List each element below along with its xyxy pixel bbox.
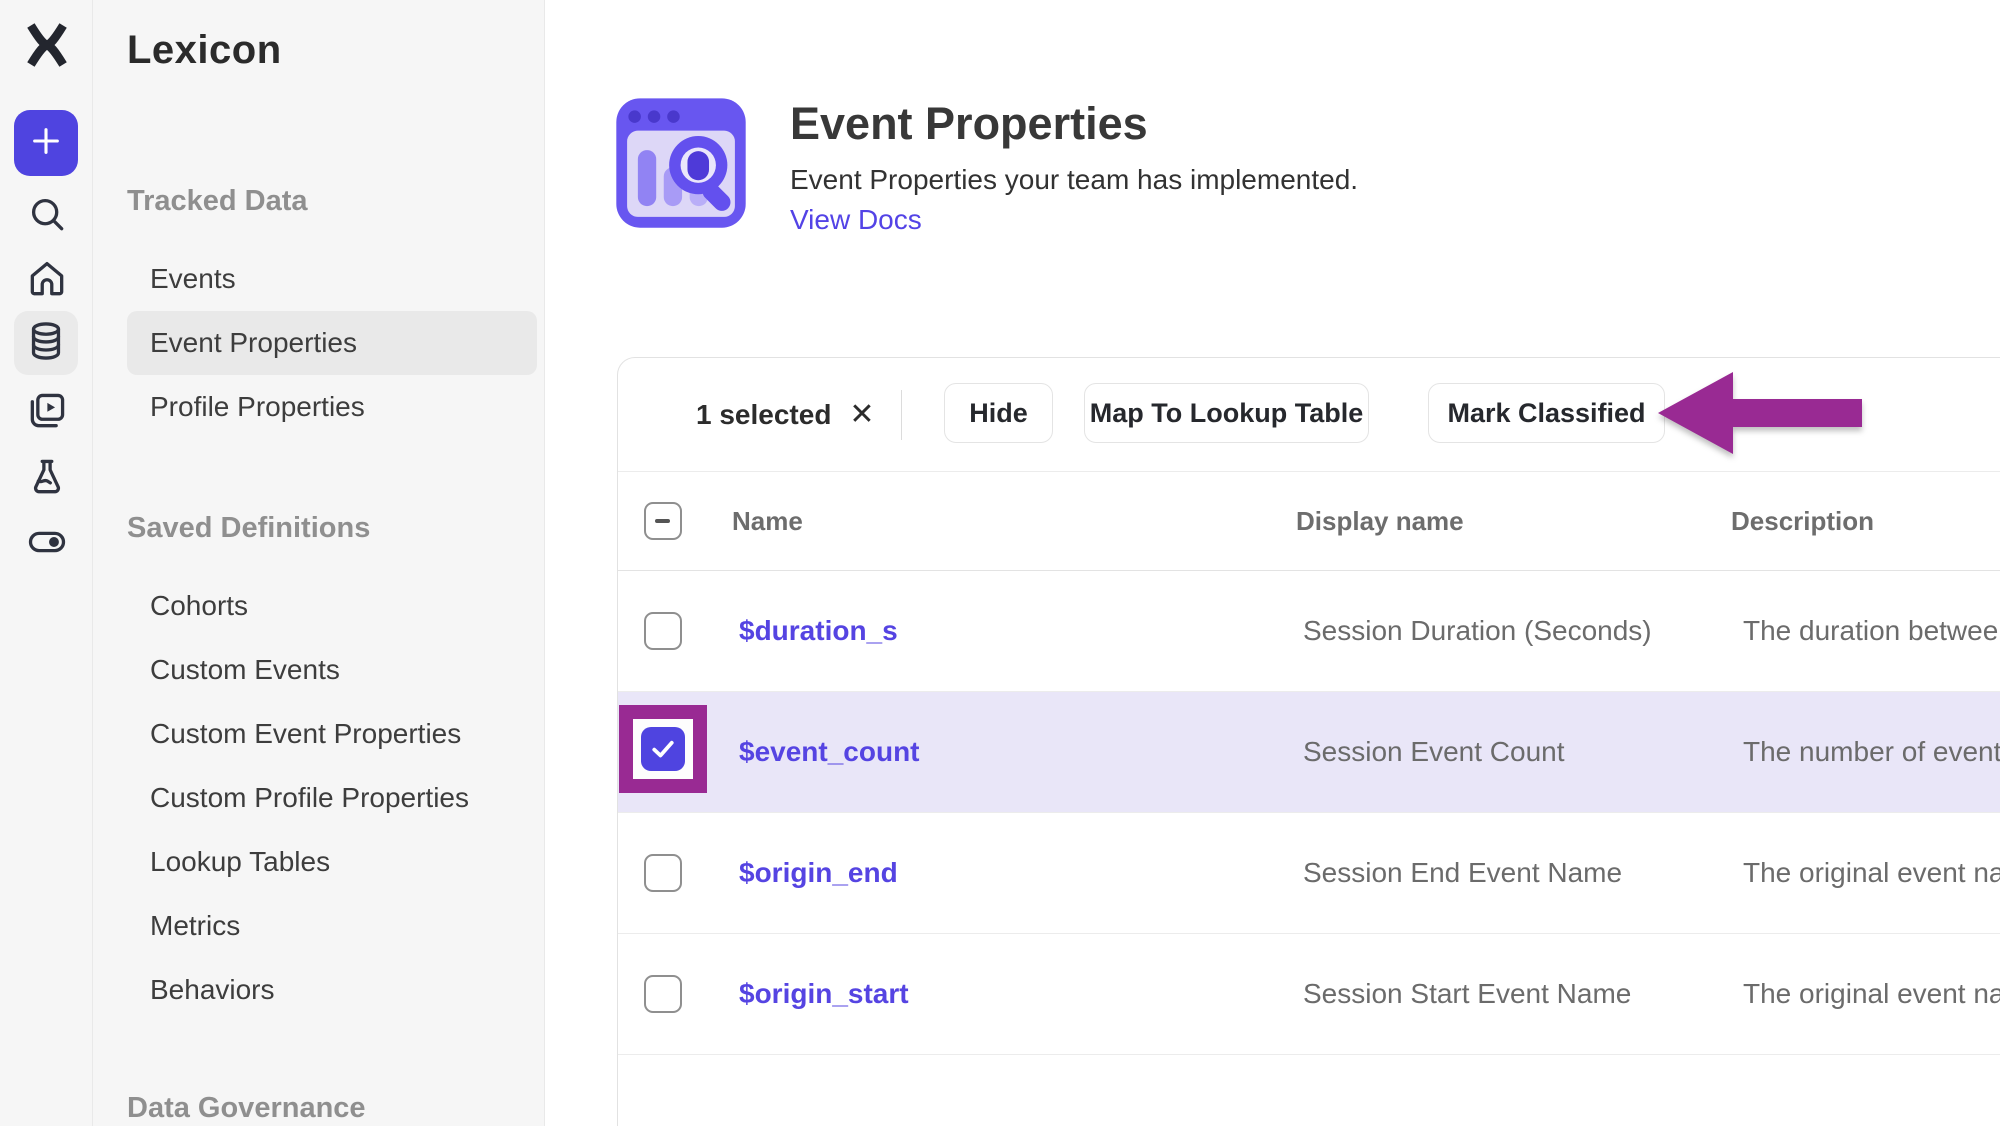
- property-name-link[interactable]: $origin_end: [739, 813, 898, 933]
- property-display-name: Session End Event Name: [1303, 813, 1622, 933]
- table-row: $duration_s Session Duration (Seconds) T…: [618, 571, 2000, 692]
- property-display-name: Session Duration (Seconds): [1303, 571, 1652, 691]
- column-header-name: Name: [732, 472, 803, 570]
- icon-rail: [0, 0, 93, 1126]
- sidebar-section-label: Data Governance: [127, 1092, 366, 1125]
- sidebar-section-label: Tracked Data: [127, 185, 308, 218]
- row-checkbox-checked[interactable]: [641, 727, 685, 771]
- row-checkbox[interactable]: [644, 612, 682, 650]
- sidebar-item-profile-properties[interactable]: Profile Properties: [93, 375, 544, 439]
- clear-selection-icon[interactable]: ✕: [849, 397, 874, 432]
- property-display-name: Session Event Count: [1303, 692, 1565, 812]
- sidebar-item-custom-event-properties[interactable]: Custom Event Properties: [93, 702, 544, 766]
- mixpanel-logo-icon[interactable]: [24, 22, 70, 72]
- sidebar-item-events[interactable]: Events: [93, 247, 544, 311]
- lexicon-page: Lexicon Tracked DataEventsEvent Properti…: [0, 0, 2000, 1126]
- page-subtitle: Event Properties your team has implement…: [790, 164, 1358, 196]
- sidebar-item-metrics[interactable]: Metrics: [93, 894, 544, 958]
- annotation-arrow-icon: [1648, 362, 1878, 466]
- sidebar-item-lookup-tables[interactable]: Lookup Tables: [93, 830, 544, 894]
- plus-icon: [29, 124, 63, 163]
- table-row: $origin_end Session End Event Name The o…: [618, 813, 2000, 934]
- toggle-icon[interactable]: [23, 518, 71, 566]
- property-name-link[interactable]: $duration_s: [739, 571, 898, 691]
- select-all-checkbox[interactable]: [644, 502, 682, 540]
- column-header-description: Description: [1731, 472, 1874, 570]
- table-body: $duration_s Session Duration (Seconds) T…: [618, 571, 2000, 1055]
- sidebar-title: Lexicon: [127, 28, 282, 73]
- event-properties-app-icon: [612, 94, 750, 232]
- nav-data-selected[interactable]: [14, 311, 78, 375]
- row-checkbox[interactable]: [644, 854, 682, 892]
- properties-table-card: 1 selected ✕ Hide Map To Lookup Table Ma…: [617, 357, 2000, 1126]
- boards-icon[interactable]: [23, 387, 71, 435]
- table-row: $event_count Session Event Count The num…: [618, 692, 2000, 813]
- table-row: $origin_start Session Start Event Name T…: [618, 934, 2000, 1055]
- property-description: The duration between session start and e…: [1743, 571, 2000, 691]
- search-icon[interactable]: [23, 190, 71, 238]
- toolbar-divider: [901, 390, 902, 440]
- property-description: The original event name of the session e…: [1743, 813, 2000, 933]
- annotation-highlight-box: [619, 705, 707, 793]
- create-button[interactable]: [14, 110, 78, 176]
- database-icon: [24, 319, 68, 368]
- hide-button[interactable]: Hide: [944, 383, 1053, 443]
- sidebar-item-custom-events[interactable]: Custom Events: [93, 638, 544, 702]
- view-docs-link[interactable]: View Docs: [790, 204, 922, 236]
- flask-icon[interactable]: [23, 453, 71, 501]
- sidebar-section-label: Saved Definitions: [127, 512, 370, 545]
- selection-count: 1 selected ✕: [696, 358, 875, 471]
- property-description: The original event name of the session s…: [1743, 934, 2000, 1054]
- sidebar-item-event-properties[interactable]: Event Properties: [127, 311, 537, 375]
- property-name-link[interactable]: $event_count: [739, 692, 920, 812]
- sidebar-item-behaviors[interactable]: Behaviors: [93, 958, 544, 1022]
- sidebar-item-cohorts[interactable]: Cohorts: [93, 574, 544, 638]
- property-description: The number of events in the session: [1743, 692, 2000, 812]
- column-header-display-name: Display name: [1296, 472, 1464, 570]
- home-icon[interactable]: [23, 255, 71, 303]
- mark-classified-button[interactable]: Mark Classified: [1428, 383, 1665, 443]
- property-display-name: Session Start Event Name: [1303, 934, 1631, 1054]
- row-checkbox[interactable]: [644, 975, 682, 1013]
- sidebar-item-custom-profile-properties[interactable]: Custom Profile Properties: [93, 766, 544, 830]
- property-name-link[interactable]: $origin_start: [739, 934, 909, 1054]
- map-to-lookup-table-button[interactable]: Map To Lookup Table: [1084, 383, 1369, 443]
- table-header-row: Name Display name Description: [618, 472, 2000, 571]
- sidebar: Lexicon Tracked Data EventsEvent Properti…: [93, 0, 545, 1126]
- page-title: Event Properties: [790, 98, 1148, 150]
